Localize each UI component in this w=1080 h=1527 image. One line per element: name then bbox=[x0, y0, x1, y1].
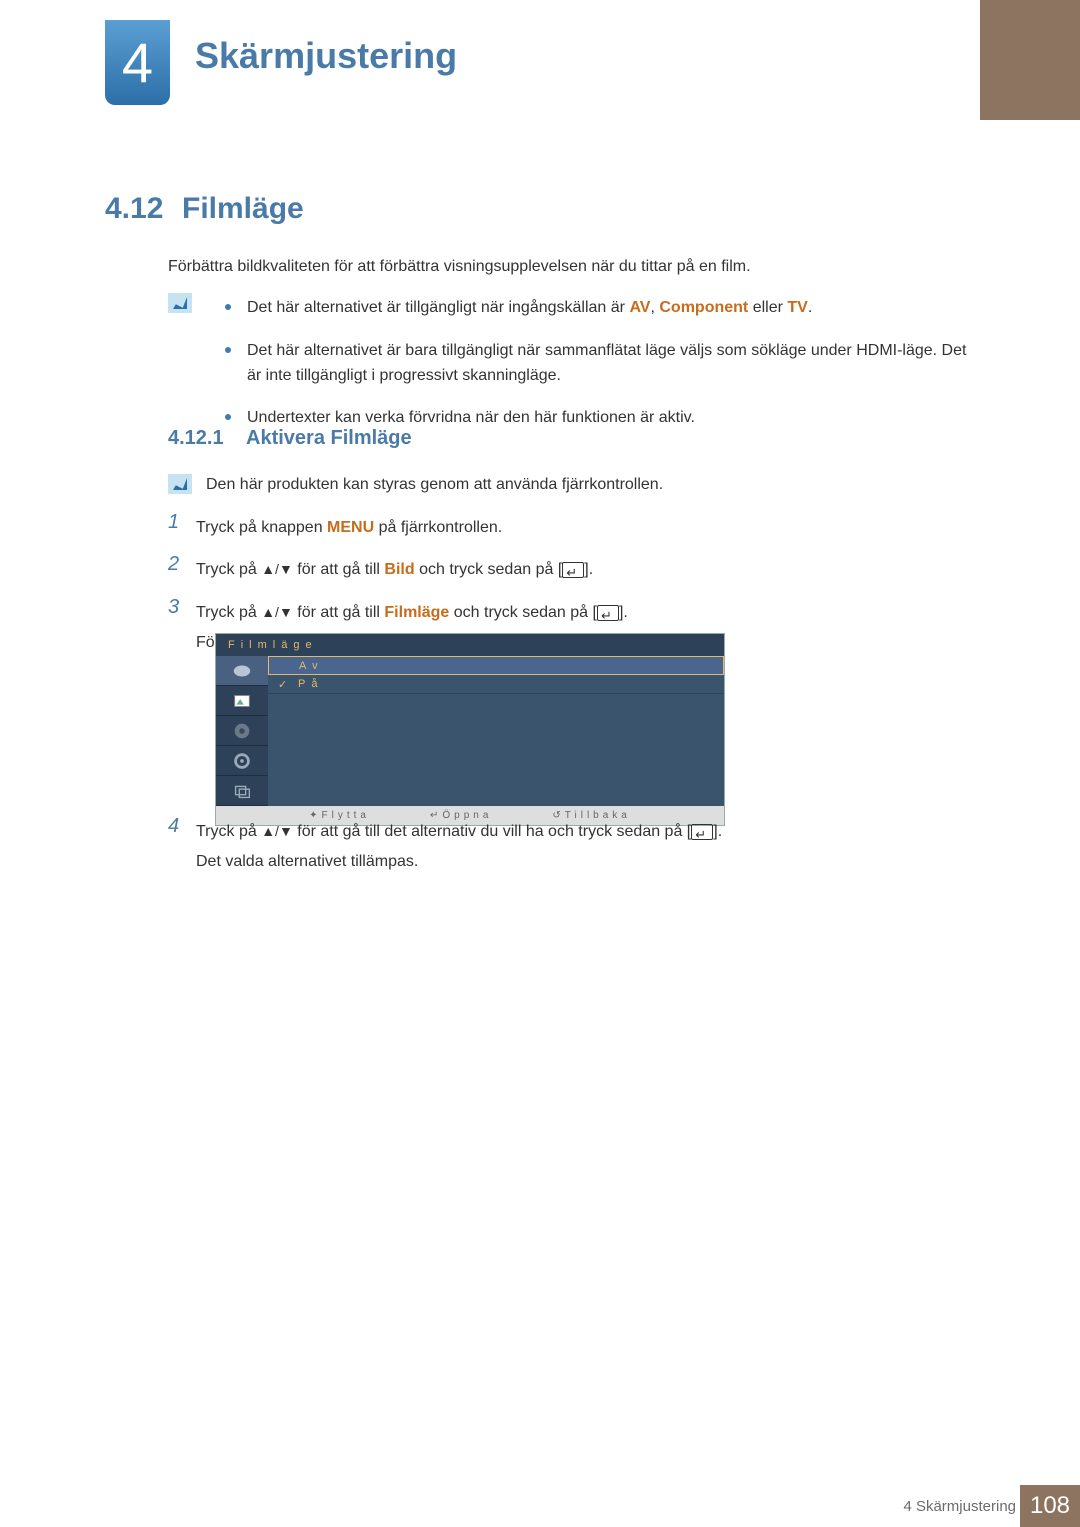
highlight: MENU bbox=[327, 519, 374, 536]
enter-icon bbox=[691, 824, 713, 840]
intro-paragraph: Förbättra bildkvaliteten för att förbätt… bbox=[168, 258, 751, 276]
text: Tryck på knappen bbox=[196, 519, 327, 536]
text: Tryck på bbox=[196, 561, 261, 578]
step-4: 4 Tryck på ▲/▼ för att gå till det alter… bbox=[168, 815, 968, 888]
note-text: Det här alternativet är bara tillgänglig… bbox=[247, 339, 970, 389]
osd-tab-multi-icon bbox=[216, 776, 268, 806]
text: för att gå till bbox=[293, 604, 385, 621]
header-accent bbox=[980, 0, 1080, 120]
text: . bbox=[808, 299, 812, 316]
step-1: 1 Tryck på knappen MENU på fjärrkontroll… bbox=[168, 511, 968, 543]
text: och tryck sedan på [ bbox=[415, 561, 563, 578]
text: och tryck sedan på [ bbox=[449, 604, 597, 621]
osd-empty bbox=[268, 694, 724, 766]
enter-icon bbox=[597, 605, 619, 621]
text: Tryck på bbox=[196, 604, 261, 621]
step-text: Tryck på knappen MENU på fjärrkontrollen… bbox=[196, 511, 502, 543]
osd-content: Av ✓ På bbox=[268, 656, 724, 806]
up-down-arrow-icon: ▲/▼ bbox=[261, 823, 293, 839]
section-title: Filmläge bbox=[182, 192, 304, 226]
step-2: 2 Tryck på ▲/▼ för att gå till Bild och … bbox=[168, 553, 968, 585]
page-footer: 4 Skärmjustering 108 bbox=[0, 1485, 1080, 1527]
text: för att gå till bbox=[293, 561, 385, 578]
up-down-arrow-icon: ▲/▼ bbox=[261, 604, 293, 620]
subsection-number: 4.12.1 bbox=[168, 427, 224, 450]
highlight: TV bbox=[787, 299, 807, 316]
osd-tab-setup-icon bbox=[216, 746, 268, 776]
note-item: Det här alternativet är bara tillgänglig… bbox=[225, 339, 970, 389]
text: ]. bbox=[619, 604, 628, 621]
highlight: Component bbox=[659, 299, 748, 316]
bullet-icon bbox=[225, 304, 231, 310]
osd-screenshot: Filmläge Av ✓ bbox=[215, 633, 725, 826]
bullet-icon bbox=[225, 414, 231, 420]
text: ]. bbox=[713, 823, 722, 840]
up-down-arrow-icon: ▲/▼ bbox=[261, 561, 293, 577]
osd-check-icon: ✓ bbox=[278, 678, 288, 691]
osd-option-label: Av bbox=[299, 660, 324, 672]
step-number: 2 bbox=[168, 553, 196, 576]
bullet-icon bbox=[225, 347, 231, 353]
osd-tab-input-icon bbox=[216, 656, 268, 686]
osd-option-off: Av bbox=[268, 656, 724, 675]
remote-note: Den här produkten kan styras genom att a… bbox=[206, 476, 663, 494]
osd-title: Filmläge bbox=[216, 634, 724, 656]
step-text: Tryck på ▲/▼ för att gå till det alterna… bbox=[196, 815, 722, 878]
note-item: Det här alternativet är tillgängligt när… bbox=[225, 296, 970, 321]
osd-option-on: ✓ På bbox=[268, 675, 724, 694]
note-text: Det här alternativet är tillgängligt när… bbox=[247, 296, 812, 321]
text: på fjärrkontrollen. bbox=[374, 519, 502, 536]
page-number: 108 bbox=[1020, 1485, 1080, 1527]
highlight: Bild bbox=[384, 561, 414, 578]
chapter-title: Skärmjustering bbox=[195, 35, 457, 77]
footer-chapter-label: 4 Skärmjustering bbox=[903, 1498, 1016, 1515]
highlight: Filmläge bbox=[384, 604, 449, 621]
text: Det valda alternativet tillämpas. bbox=[196, 853, 418, 870]
subsection-title: Aktivera Filmläge bbox=[246, 427, 412, 450]
chapter-number-badge: 4 bbox=[105, 20, 170, 105]
note-icon bbox=[168, 474, 192, 494]
osd-tab-sound-icon bbox=[216, 716, 268, 746]
text: Det här alternativet är tillgängligt när… bbox=[247, 299, 629, 316]
text: eller bbox=[748, 299, 787, 316]
text: Tryck på bbox=[196, 823, 261, 840]
highlight: AV bbox=[629, 299, 650, 316]
osd-option-label: På bbox=[298, 678, 323, 690]
step-number: 4 bbox=[168, 815, 196, 838]
enter-icon bbox=[562, 562, 584, 578]
note-icon bbox=[168, 293, 192, 313]
step-number: 1 bbox=[168, 511, 196, 534]
step-number: 3 bbox=[168, 596, 196, 619]
text: ]. bbox=[584, 561, 593, 578]
osd-sidebar bbox=[216, 656, 268, 806]
text: för att gå till det alternativ du vill h… bbox=[293, 823, 691, 840]
osd-tab-picture-icon bbox=[216, 686, 268, 716]
section-number: 4.12 bbox=[105, 192, 163, 226]
step-text: Tryck på ▲/▼ för att gå till Bild och tr… bbox=[196, 553, 593, 585]
